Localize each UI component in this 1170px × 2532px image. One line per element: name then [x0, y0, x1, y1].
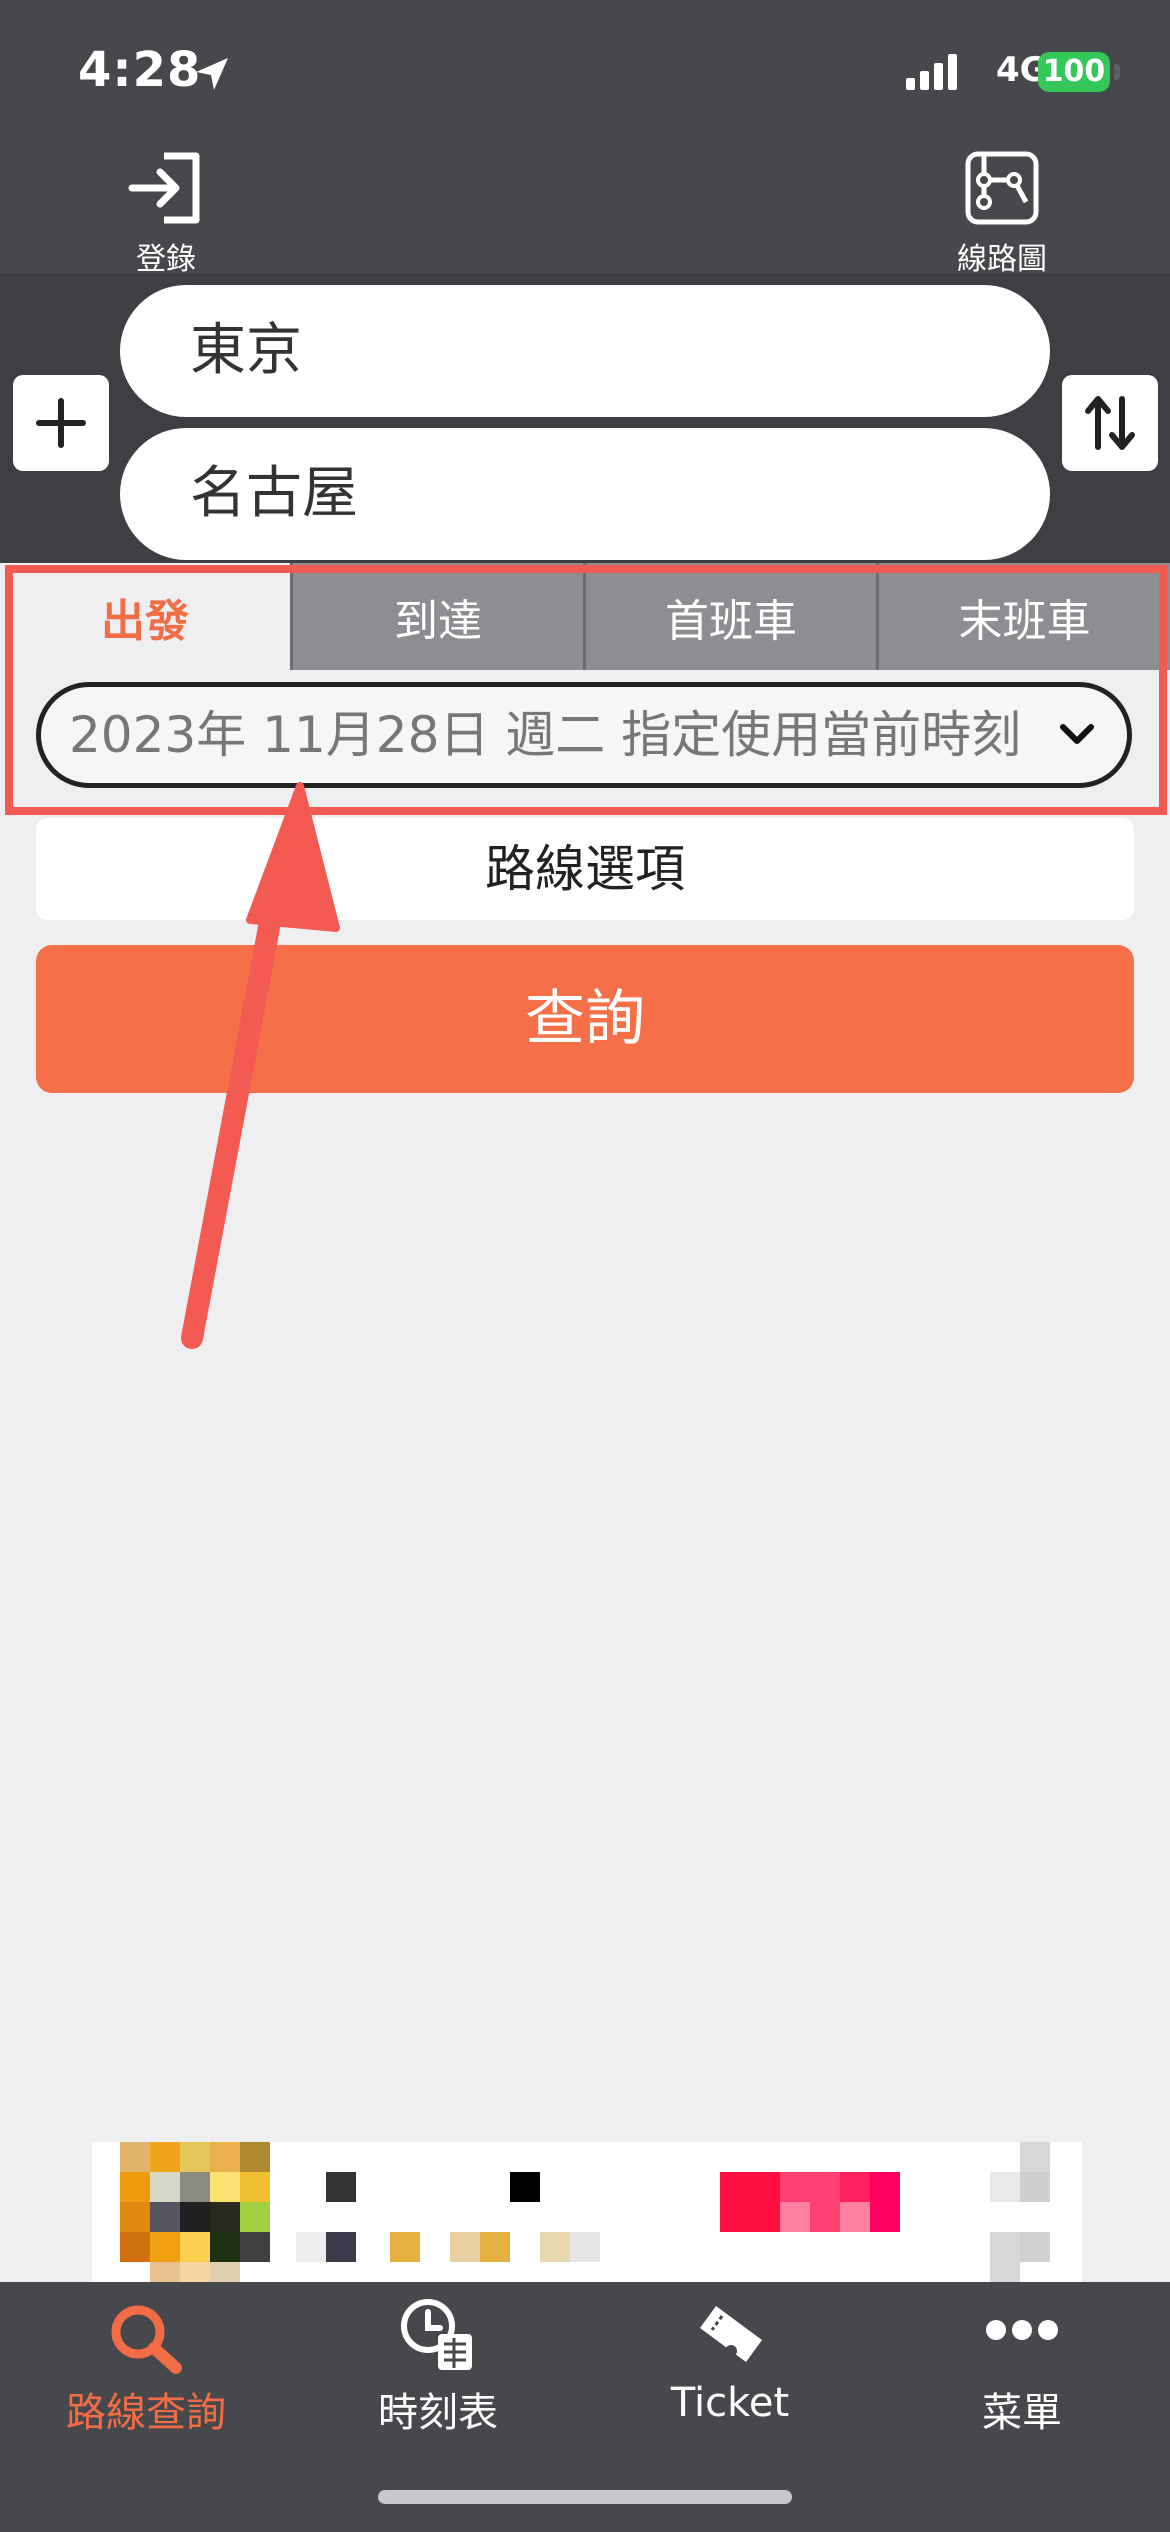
route-map-icon — [965, 151, 1039, 225]
home-indicator[interactable] — [378, 2490, 792, 2504]
tab-menu-label: 菜單 — [982, 2390, 1062, 2436]
tab-route-search[interactable]: 路線查詢 — [0, 2282, 292, 2442]
swap-stations-button[interactable] — [1062, 375, 1158, 471]
tab-ticket[interactable]: Ticket — [584, 2282, 876, 2442]
ad-banner[interactable] — [92, 2142, 1082, 2282]
login-label: 登錄 — [136, 242, 196, 277]
annotation-arrow-icon — [181, 782, 340, 1349]
login-button[interactable]: 登錄 — [96, 150, 236, 277]
tab-ticket-label: Ticket — [670, 2380, 790, 2426]
timetable-icon — [401, 2299, 472, 2370]
status-time: 4:28 — [78, 42, 202, 98]
tab-menu[interactable]: 菜單 — [876, 2282, 1168, 2442]
search-icon — [111, 2305, 182, 2374]
route-map-label: 線路圖 — [957, 242, 1047, 277]
tab-timetable[interactable]: 時刻表 — [292, 2282, 584, 2442]
tab-route-search-label: 路線查詢 — [66, 2390, 226, 2436]
route-map-button[interactable]: 線路圖 — [932, 150, 1072, 277]
battery-cap — [1114, 64, 1120, 80]
more-icon — [986, 2320, 1058, 2340]
ticket-icon — [700, 2306, 762, 2362]
to-station-input[interactable]: 名古屋 — [120, 428, 1050, 560]
signal-icon — [906, 54, 957, 90]
status-bar: 4:28 4G 100 — [0, 0, 1170, 150]
location-arrow-icon — [196, 58, 228, 90]
plus-icon — [36, 398, 86, 448]
add-via-button[interactable] — [13, 375, 109, 471]
swap-icon — [1085, 396, 1135, 450]
login-icon — [128, 152, 200, 224]
highlight-box — [5, 565, 1167, 815]
from-station-input[interactable]: 東京 — [120, 285, 1050, 417]
tab-timetable-label: 時刻表 — [378, 2390, 498, 2436]
battery-indicator: 100 — [1038, 52, 1110, 92]
